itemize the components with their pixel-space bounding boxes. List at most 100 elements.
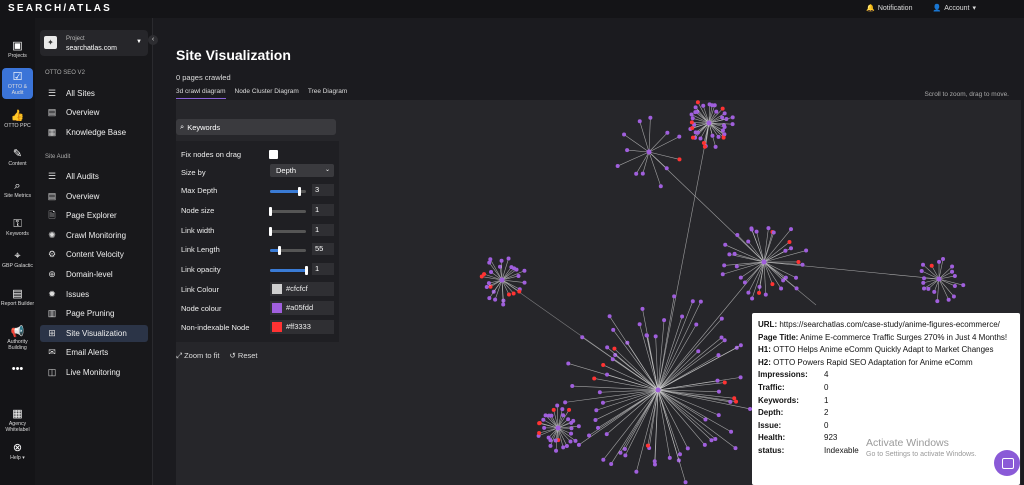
- graph-node[interactable]: [695, 100, 700, 105]
- graph-node[interactable]: [935, 299, 940, 304]
- graph-node[interactable]: [546, 435, 551, 440]
- graph-node[interactable]: [677, 157, 682, 162]
- graph-node[interactable]: [794, 286, 799, 291]
- graph-node[interactable]: [644, 333, 649, 338]
- graph-node[interactable]: [952, 283, 957, 288]
- notification-button[interactable]: 🔔 Notification: [866, 4, 912, 13]
- graph-node[interactable]: [569, 431, 574, 436]
- rail-projects[interactable]: ▣ Projects: [0, 40, 35, 59]
- app-logo[interactable]: SEARCH/ATLAS: [8, 3, 112, 14]
- graph-node[interactable]: [952, 273, 957, 278]
- graph-node[interactable]: [689, 112, 694, 117]
- graph-node[interactable]: [489, 269, 494, 274]
- graph-node[interactable]: [570, 384, 575, 389]
- graph-node[interactable]: [553, 438, 558, 443]
- graph-node[interactable]: [493, 297, 498, 302]
- nav-all-audits[interactable]: ☰ All Audits: [40, 168, 148, 185]
- graph-node[interactable]: [537, 430, 542, 435]
- graph-node[interactable]: [625, 148, 630, 153]
- graph-node[interactable]: [637, 322, 642, 327]
- graph-node[interactable]: [640, 171, 645, 176]
- graph-node[interactable]: [482, 272, 487, 277]
- graph-node[interactable]: [730, 115, 735, 120]
- rail-report-builder[interactable]: ▤ Report Builder: [0, 288, 35, 307]
- graph-node[interactable]: [658, 184, 663, 189]
- graph-node[interactable]: [685, 446, 690, 451]
- graph-node[interactable]: [580, 335, 585, 340]
- graph-node[interactable]: [710, 133, 715, 138]
- nav-all-sites[interactable]: ☰ All Sites: [40, 85, 148, 102]
- graph-node[interactable]: [690, 116, 695, 121]
- graph-node[interactable]: [689, 120, 694, 125]
- nav-email-alerts[interactable]: ✉ Email Alerts: [40, 344, 148, 361]
- graph-node[interactable]: [576, 424, 581, 429]
- graph-node[interactable]: [713, 436, 718, 441]
- graph-node[interactable]: [738, 343, 743, 348]
- graph-node[interactable]: [594, 408, 599, 413]
- graph-node[interactable]: [716, 413, 721, 418]
- graph-node[interactable]: [800, 262, 805, 267]
- graph-node[interactable]: [592, 376, 597, 381]
- graph-node[interactable]: [567, 407, 572, 412]
- graph-node[interactable]: [634, 171, 639, 176]
- graph-node[interactable]: [597, 390, 602, 395]
- graph-node[interactable]: [738, 275, 743, 280]
- graph-node[interactable]: [937, 259, 942, 264]
- graph-node[interactable]: [732, 251, 737, 256]
- graph-node[interactable]: [721, 135, 726, 140]
- graph-node[interactable]: [653, 334, 658, 339]
- graph-node[interactable]: [609, 461, 614, 466]
- graph-node[interactable]: [517, 289, 522, 294]
- graph-node[interactable]: [757, 290, 762, 295]
- graph-node[interactable]: [487, 260, 492, 265]
- graph-node[interactable]: [929, 263, 934, 268]
- graph-node[interactable]: [720, 272, 725, 277]
- graph-node[interactable]: [712, 103, 717, 108]
- graph-node[interactable]: [677, 134, 682, 139]
- graph-node[interactable]: [761, 259, 767, 265]
- graph-node[interactable]: [722, 380, 727, 385]
- graph-node[interactable]: [560, 407, 565, 412]
- graph-node[interactable]: [576, 442, 581, 447]
- graph-node[interactable]: [646, 149, 652, 155]
- graph-node[interactable]: [950, 264, 955, 269]
- graph-node[interactable]: [662, 318, 667, 323]
- graph-node[interactable]: [709, 438, 714, 443]
- graph-node[interactable]: [781, 278, 786, 283]
- graph-node[interactable]: [640, 306, 645, 311]
- graph-node[interactable]: [622, 132, 627, 137]
- graph-node[interactable]: [506, 292, 511, 297]
- nav-page-pruning[interactable]: ▥ Page Pruning: [40, 305, 148, 322]
- graph-node[interactable]: [563, 400, 568, 405]
- graph-node[interactable]: [561, 413, 566, 418]
- nav-overview-audit[interactable]: ▤ Overview: [40, 188, 148, 205]
- graph-node[interactable]: [734, 264, 739, 269]
- graph-node[interactable]: [779, 286, 784, 291]
- graph-node[interactable]: [543, 413, 548, 418]
- graph-node[interactable]: [568, 439, 573, 444]
- graph-node[interactable]: [645, 443, 650, 448]
- graph-node[interactable]: [698, 299, 703, 304]
- graph-node[interactable]: [701, 103, 706, 108]
- graph-node[interactable]: [746, 239, 751, 244]
- graph-node[interactable]: [623, 453, 628, 458]
- graph-node[interactable]: [783, 248, 788, 253]
- graph-node[interactable]: [569, 420, 574, 425]
- graph-node[interactable]: [706, 120, 712, 126]
- graph-node[interactable]: [566, 417, 571, 422]
- graph-node[interactable]: [723, 242, 728, 247]
- nav-page-explorer[interactable]: 🗎 Page Explorer: [40, 207, 148, 224]
- graph-node[interactable]: [921, 280, 926, 285]
- graph-node[interactable]: [514, 267, 519, 272]
- tab-tree-diagram[interactable]: Tree Diagram: [308, 88, 348, 99]
- graph-node[interactable]: [506, 256, 511, 261]
- graph-node[interactable]: [701, 140, 706, 145]
- graph-node[interactable]: [652, 459, 657, 464]
- graph-node[interactable]: [696, 349, 701, 354]
- graph-node[interactable]: [573, 438, 578, 443]
- graph-node[interactable]: [770, 282, 775, 287]
- graph-node[interactable]: [961, 283, 966, 288]
- graph-node[interactable]: [690, 135, 695, 140]
- graph-node[interactable]: [664, 166, 669, 171]
- rail-gbp-galactic[interactable]: ⌖ GBP Galactic: [0, 250, 35, 269]
